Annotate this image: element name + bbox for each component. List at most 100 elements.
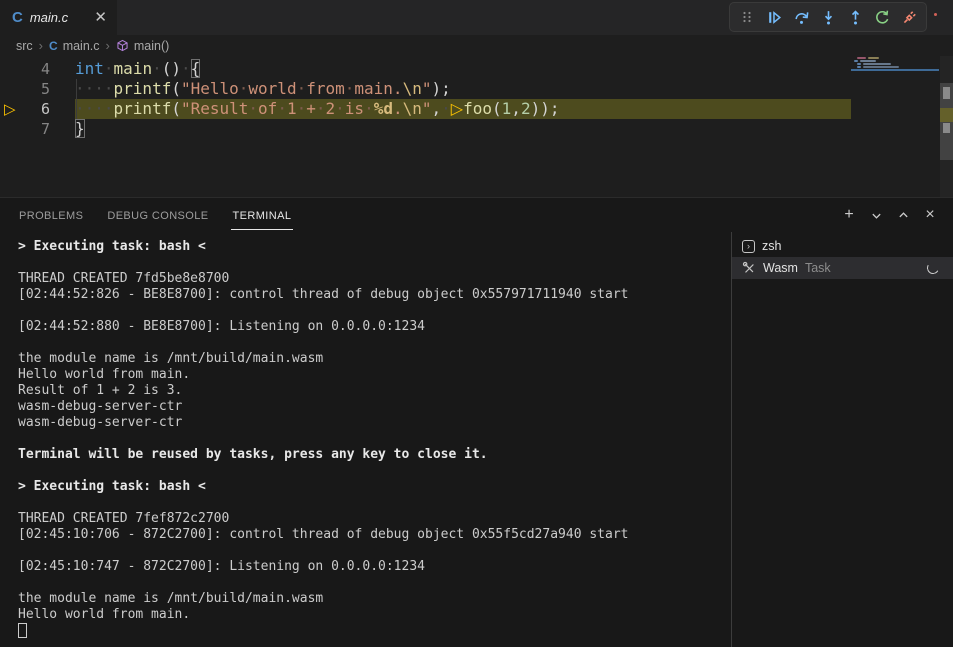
code-token: · xyxy=(316,99,326,118)
terminal-line: [02:44:52:826 - BE8E8700]: control threa… xyxy=(18,287,731,303)
symbol-method-icon xyxy=(116,39,129,52)
inline-debug-play-icon: ▷ xyxy=(451,99,463,118)
overview-ruler-mark xyxy=(943,123,950,133)
step-into-icon[interactable] xyxy=(819,8,837,26)
code-token: printf xyxy=(114,99,172,118)
editor-tab-main-c[interactable]: C main.c ✕ xyxy=(0,0,117,35)
terminal-icon: › xyxy=(742,240,755,253)
line-number[interactable]: 5 xyxy=(0,79,50,99)
code-token: · xyxy=(277,99,287,118)
code-token: " xyxy=(422,99,432,118)
chevron-down-icon[interactable] xyxy=(867,206,885,224)
breadcrumb-label: src xyxy=(16,39,33,53)
editor-scrollbar[interactable] xyxy=(940,56,953,197)
line-number[interactable]: 7 xyxy=(0,119,50,139)
line-content: } xyxy=(75,119,85,139)
line-number[interactable]: 4 xyxy=(0,59,50,79)
code-token: 2 xyxy=(326,99,336,118)
terminal-line xyxy=(18,495,731,511)
code-line[interactable]: 5····printf("Hello·world·from·main.\n"); xyxy=(0,79,940,99)
tab-terminal[interactable]: TERMINAL xyxy=(231,201,294,230)
terminal-line xyxy=(18,463,731,479)
code-lines: 4int·main·()·{5····printf("Hello·world·f… xyxy=(0,59,940,139)
c-file-icon: C xyxy=(49,40,58,52)
code-token: "Result xyxy=(181,99,248,118)
breadcrumb-main-c[interactable]: C main.c xyxy=(49,39,100,53)
terminal-output[interactable]: > Executing task: bash < THREAD CREATED … xyxy=(0,232,731,647)
code-token: · xyxy=(364,99,374,118)
terminal-list-item-wasm-task[interactable]: Wasm Task xyxy=(732,257,953,279)
terminal-line xyxy=(18,543,731,559)
terminal-name: Wasm xyxy=(763,261,798,275)
code-token: "Hello xyxy=(181,79,239,98)
terminal-line: THREAD CREATED 7fef872c2700 xyxy=(18,511,731,527)
minimap[interactable] xyxy=(851,57,939,69)
code-token: · xyxy=(441,99,451,118)
terminal-line: Hello world from main. xyxy=(18,367,731,383)
terminal-name: zsh xyxy=(762,239,781,253)
terminal-line: Terminal will be reused by tasks, press … xyxy=(18,447,731,463)
breadcrumb-label: main.c xyxy=(63,39,100,53)
terminal-list: › zsh Wasm Task xyxy=(731,232,953,647)
code-token: · xyxy=(297,99,307,118)
minimap-decoration-line xyxy=(851,69,939,71)
chevron-up-icon[interactable] xyxy=(894,206,912,224)
code-line[interactable]: 7} xyxy=(0,119,940,139)
code-token: } xyxy=(75,119,85,138)
terminal-line xyxy=(18,335,731,351)
code-token: ···· xyxy=(75,99,114,118)
code-token: + xyxy=(306,99,316,118)
tools-icon xyxy=(742,261,756,275)
terminal-list-item-zsh[interactable]: › zsh xyxy=(732,235,953,257)
code-token: 1 xyxy=(287,99,297,118)
code-token: , xyxy=(432,99,442,118)
line-content: ····printf("Result·of·1·+·2·is·%d.\n",·▷… xyxy=(75,99,559,119)
panel-header: PROBLEMS DEBUG CONSOLE TERMINAL + × xyxy=(0,198,953,232)
code-token: · xyxy=(181,59,191,78)
terminal-line xyxy=(18,431,731,447)
code-token: ); xyxy=(431,79,450,98)
breadcrumb-main-symbol[interactable]: main() xyxy=(116,39,169,53)
code-token: ( xyxy=(171,99,181,118)
code-token: 2 xyxy=(521,99,531,118)
code-token: from xyxy=(306,79,345,98)
code-token: )); xyxy=(531,99,560,118)
step-over-icon[interactable] xyxy=(792,8,810,26)
terminal-line: wasm-debug-server-ctr xyxy=(18,415,731,431)
disconnect-icon[interactable] xyxy=(900,8,918,26)
terminal-line: the module name is /mnt/build/main.wasm xyxy=(18,591,731,607)
terminal-line xyxy=(18,575,731,591)
tab-problems[interactable]: PROBLEMS xyxy=(17,201,85,230)
code-token: · xyxy=(104,59,114,78)
code-token: int xyxy=(75,59,104,78)
terminal-line: wasm-debug-server-ctr xyxy=(18,399,731,415)
panel-actions: + × xyxy=(840,198,939,232)
new-terminal-icon[interactable]: + xyxy=(840,206,858,224)
terminal-line: [02:45:10:747 - 872C2700]: Listening on … xyxy=(18,559,731,575)
close-tab-icon[interactable]: ✕ xyxy=(94,10,107,25)
terminal-line: THREAD CREATED 7fd5be8e8700 xyxy=(18,271,731,287)
line-number[interactable]: 6 xyxy=(0,99,50,119)
code-line[interactable]: 4int·main·()·{ xyxy=(0,59,940,79)
toolbar-gripper-icon[interactable] xyxy=(738,8,756,26)
code-token: , xyxy=(511,99,521,118)
close-panel-icon[interactable]: × xyxy=(921,206,939,224)
code-token: . xyxy=(393,99,403,118)
code-token: () xyxy=(162,59,181,78)
terminal-line: Hello world from main. xyxy=(18,607,731,623)
tab-debug-console[interactable]: DEBUG CONSOLE xyxy=(105,201,210,230)
code-editor[interactable]: ▷ 4int·main·()·{5····printf("Hello·world… xyxy=(0,56,953,197)
continue-icon[interactable] xyxy=(765,8,783,26)
code-token: is xyxy=(345,99,364,118)
terminal-line: the module name is /mnt/build/main.wasm xyxy=(18,351,731,367)
terminal-line xyxy=(18,623,731,639)
step-out-icon[interactable] xyxy=(846,8,864,26)
code-token: { xyxy=(191,59,201,78)
breadcrumb-src[interactable]: src xyxy=(16,39,33,53)
terminal-line xyxy=(18,255,731,271)
code-line[interactable]: 6····printf("Result·of·1·+·2·is·%d.\n",·… xyxy=(0,99,940,119)
breadcrumb-separator-icon: › xyxy=(39,38,43,53)
code-token: of xyxy=(258,99,277,118)
debug-toolbar xyxy=(729,2,927,32)
restart-icon[interactable] xyxy=(873,8,891,26)
